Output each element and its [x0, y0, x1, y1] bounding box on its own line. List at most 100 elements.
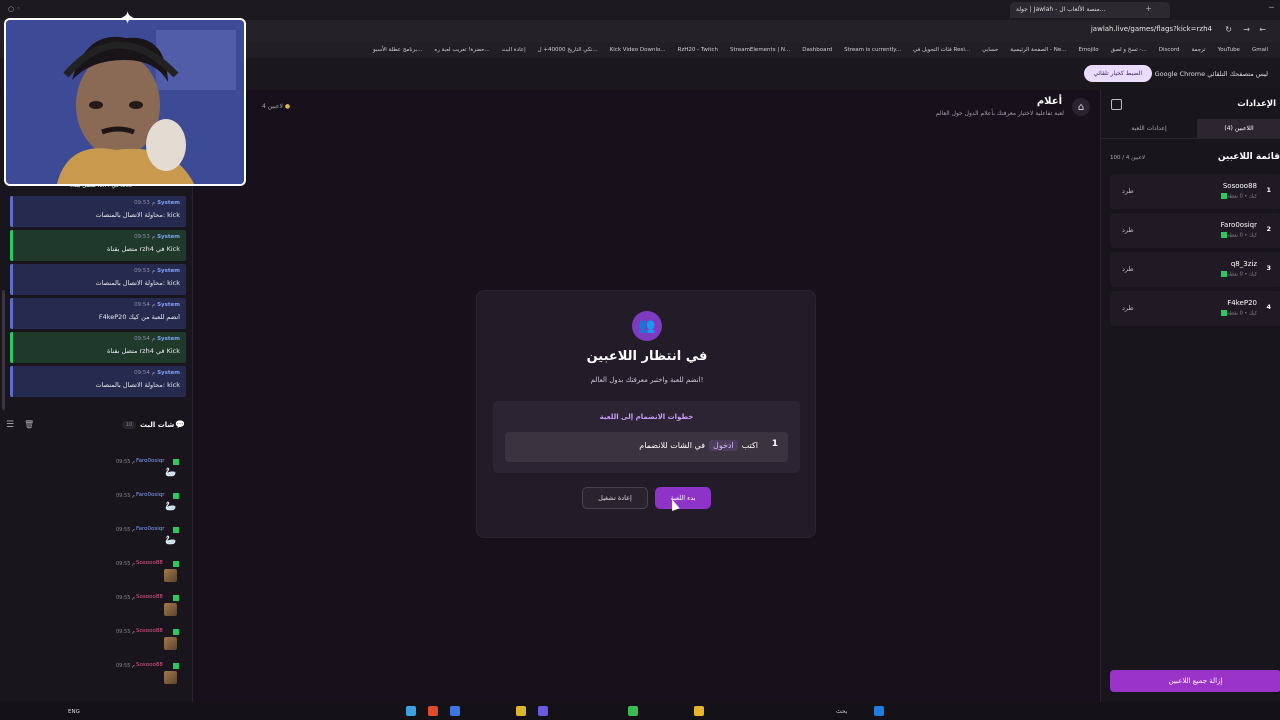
chat-time: 09:55 م: [116, 663, 136, 669]
bookmark-item[interactable]: Stream is currently...: [844, 47, 901, 53]
status-dot-icon: ●: [284, 103, 291, 110]
step-prefix: اكتب: [741, 441, 758, 450]
close-window-icon[interactable]: ─: [1269, 3, 1274, 12]
taskbar-app-icon[interactable]: [538, 706, 548, 716]
bookmark-item[interactable]: ترجمة: [1191, 47, 1205, 53]
chat-time: 09:55 م: [116, 629, 136, 635]
taskbar-app-icon[interactable]: [450, 706, 460, 716]
url-field[interactable]: jawlah.live/games/flags?kick=rzh4: [1091, 25, 1212, 33]
kick-badge-icon: [173, 493, 179, 499]
bookmark-item[interactable]: Kick Video Downlo...: [610, 47, 666, 53]
player-index: 2: [1266, 225, 1271, 233]
chat-username[interactable]: Faro0osiqr: [136, 492, 165, 498]
chat-username[interactable]: Faro0osiqr: [136, 526, 165, 532]
log-scrollbar[interactable]: [2, 290, 5, 410]
kick-player-button[interactable]: طرد: [1122, 226, 1134, 234]
chat-time: 09:55 م: [116, 493, 136, 499]
message-text: محاولة الاتصال بالمنصات: kick: [95, 211, 180, 219]
bookmark-item[interactable]: الصفحة الرئيسية - Ne...: [1010, 47, 1066, 53]
settings-panel: الإعدادات إعدادات اللعبة اللاعبين (4) قا…: [1100, 90, 1280, 702]
bookmark-item[interactable]: RzH20 - Twitch: [678, 47, 718, 53]
bookmark-item[interactable]: StreamElements | N...: [730, 47, 790, 53]
message-time: 09:54 م: [134, 336, 156, 342]
bookmark-item[interactable]: Gmail: [1252, 47, 1268, 53]
chat-title: شات البث: [140, 421, 175, 429]
message-header: 09:54 م System: [134, 336, 180, 342]
bookmark-item[interactable]: فئات التحويل في Resi...: [913, 47, 970, 53]
bookmark-item[interactable]: برنامج عطلة الأسبو...: [373, 47, 422, 53]
bookmark-item[interactable]: YouTube: [1218, 47, 1240, 53]
goose-emote-icon: 🦢: [165, 502, 177, 512]
bookmark-item[interactable]: Dashboard: [802, 47, 832, 53]
taskbar-app-icon[interactable]: [406, 706, 416, 716]
trash-icon[interactable]: 🗑: [24, 420, 34, 429]
message-user: System: [157, 302, 180, 308]
message-text: متصل بقناة rzh4 في Kick: [106, 347, 180, 355]
new-tab-icon[interactable]: +: [1145, 4, 1152, 13]
collapse-panel-icon[interactable]: [1111, 99, 1122, 110]
player-meta: كيك • 0 نقطة: [1218, 310, 1257, 317]
player-index: 4: [1266, 303, 1271, 311]
message-text: متصل بقناة rzh4 في Kick: [106, 245, 180, 253]
chat-username[interactable]: Sosooo88: [136, 594, 163, 600]
chat-username[interactable]: Sosooo88: [136, 560, 163, 566]
bookmark-item[interactable]: حضرة! تعريب لعبة ره...: [434, 47, 489, 53]
emote-image: [164, 569, 177, 582]
message-text: محاولة الاتصال بالمنصات: kick: [95, 279, 180, 287]
player-name: F4keP20: [1227, 299, 1257, 307]
bookmark-item[interactable]: Emojilo: [1078, 47, 1098, 53]
chat-time: 09:55 م: [116, 595, 136, 601]
bookmark-item[interactable]: تسخ و لصق -...: [1111, 47, 1147, 53]
step-number: 1: [771, 439, 778, 449]
set-default-button[interactable]: الضبط كخيار تلقائي: [1083, 65, 1152, 82]
start-game-button[interactable]: بدء اللعبة: [655, 487, 711, 509]
menu-icon[interactable]: ☰: [6, 420, 14, 430]
emote-image: [164, 637, 177, 650]
remove-all-players-button[interactable]: إزالة جميع اللاعبين: [1110, 670, 1280, 692]
message-time: 09:53 م: [134, 268, 156, 274]
tab-players[interactable]: اللاعبين (4): [1197, 119, 1280, 139]
kick-player-button[interactable]: طرد: [1122, 265, 1134, 273]
tab-game-settings[interactable]: إعدادات اللعبة: [1101, 119, 1197, 139]
taskbar-app-icon[interactable]: [428, 706, 438, 716]
users-icon: 👥: [632, 311, 662, 341]
bookmark-item[interactable]: نكي التاريخ 40000+ ل...: [538, 47, 598, 53]
game-subtitle: لعبة تفاعلية لاختبار معرفتك بأعلام الدول…: [935, 110, 1064, 117]
bookmark-item[interactable]: إعادة البث: [502, 47, 526, 53]
player-index: 1: [1266, 186, 1271, 194]
chat-username[interactable]: Faro0osiqr: [136, 458, 165, 464]
kick-badge-icon: [173, 561, 179, 567]
language-indicator[interactable]: ENG: [68, 709, 80, 715]
back-icon[interactable]: ←: [1259, 25, 1266, 34]
reload-icon[interactable]: ↻: [1225, 25, 1232, 34]
infobar-text: Google Chrome ليس متصفحك التلقائي: [1154, 70, 1268, 78]
chat-username[interactable]: Sosooo88: [136, 628, 163, 634]
system-message: 09:54 م System محاولة الاتصال بالمنصات: ki…: [10, 366, 186, 397]
player-row: 2 Faro0osiqr كيك • 0 نقطة طرد: [1110, 213, 1280, 248]
system-message: 09:54 م System F4keP20 انضم للعبة من كيك: [10, 298, 186, 329]
message-user: System: [157, 370, 180, 376]
message-user: System: [157, 268, 180, 274]
taskbar-app-icon[interactable]: [516, 706, 526, 716]
message-time: 09:54 م: [134, 370, 156, 376]
players-count: 4 لاعبين ●: [262, 103, 290, 110]
chat-username[interactable]: Sosooo88: [136, 662, 163, 668]
forward-icon[interactable]: →: [1243, 25, 1250, 34]
folder-taskbar-icon[interactable]: [694, 706, 704, 716]
windows-start-icon[interactable]: [874, 706, 884, 716]
bookmark-item[interactable]: Discord: [1159, 47, 1180, 53]
window-controls-icon[interactable]: ○ ◦: [8, 5, 20, 13]
chrome-taskbar-icon[interactable]: [628, 706, 638, 716]
message-time: 09:53 م: [134, 200, 156, 206]
player-meta-text: كيك • 0 نقطة: [1227, 271, 1257, 278]
restart-button[interactable]: إعادة تشغيل: [582, 487, 648, 509]
taskbar-search[interactable]: بحث: [836, 708, 847, 715]
home-icon[interactable]: ⌂: [1072, 98, 1090, 116]
player-index: 3: [1266, 264, 1271, 272]
chat-time: 09:55 م: [116, 459, 136, 465]
join-steps-box: خطوات الانضمام إلى اللعبة 1 اكتب ادخول ف…: [493, 401, 800, 473]
browser-tab-bar: جولة | Jawlah - منصة الألعاب ال... ○ ◦ +…: [0, 0, 1280, 20]
kick-player-button[interactable]: طرد: [1122, 304, 1134, 312]
kick-player-button[interactable]: طرد: [1122, 187, 1134, 195]
bookmark-item[interactable]: حسابي: [982, 47, 998, 53]
